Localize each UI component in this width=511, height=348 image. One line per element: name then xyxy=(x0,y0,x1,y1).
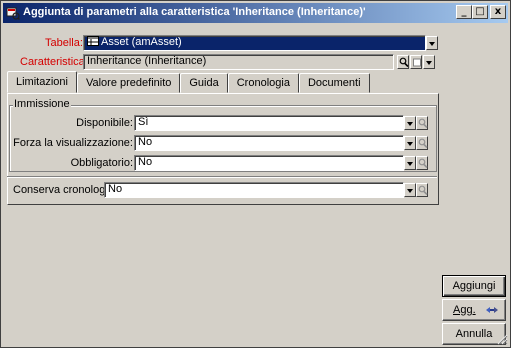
disponibile-zoom-button[interactable] xyxy=(416,116,428,130)
disponibile-value: Sì xyxy=(138,116,149,128)
tab-limitazioni[interactable]: Limitazioni xyxy=(7,71,77,93)
forza-visualizzazione-dropdown-button[interactable] xyxy=(404,136,416,150)
agg-button[interactable]: Agg. xyxy=(442,299,506,321)
caratteristica-label: Caratteristica: xyxy=(20,56,88,68)
caratteristica-detail-button[interactable] xyxy=(410,55,422,69)
disponibile-dropdown-button[interactable] xyxy=(404,116,416,130)
forza-visualizzazione-zoom-button[interactable] xyxy=(416,136,428,150)
conserva-cronologia-zoom-button[interactable] xyxy=(416,183,428,197)
title-bar[interactable]: Aggiunta di parametri alla caratteristic… xyxy=(3,3,508,23)
tab-cronologia[interactable]: Cronologia xyxy=(227,73,299,93)
magnifier-icon xyxy=(418,118,428,129)
disponibile-label: Disponibile: xyxy=(76,117,133,129)
tab-strip: Limitazioni Valore predefinito Guida Cro… xyxy=(7,71,370,93)
resize-grip-icon[interactable] xyxy=(496,333,508,345)
minimize-button[interactable]: _ xyxy=(456,5,472,19)
obbligatorio-zoom-button[interactable] xyxy=(416,156,428,170)
obbligatorio-dropdown-button[interactable] xyxy=(404,156,416,170)
close-button[interactable]: x xyxy=(490,5,506,19)
disponibile-select[interactable]: Sì xyxy=(134,115,404,131)
conserva-cronologia-dropdown-button[interactable] xyxy=(404,183,416,197)
magnifier-icon xyxy=(418,158,428,169)
conserva-cronologia-label: Conserva cronologia: xyxy=(13,184,117,196)
tabella-value: Asset (amAsset) xyxy=(101,36,182,48)
detail-icon xyxy=(413,58,421,67)
tabella-field[interactable]: Asset (amAsset) xyxy=(83,35,426,51)
tabella-label: Tabella: xyxy=(45,37,83,49)
app-icon xyxy=(6,7,20,20)
window-title: Aggiunta di parametri alla caratteristic… xyxy=(23,6,366,18)
forza-visualizzazione-label: Forza la visualizzazione: xyxy=(13,137,133,149)
tabella-dropdown-button[interactable] xyxy=(426,36,438,50)
immissione-group-label: Immissione xyxy=(13,98,71,110)
conserva-cronologia-select[interactable]: No xyxy=(104,182,404,198)
tab-guida[interactable]: Guida xyxy=(180,73,228,93)
caratteristica-zoom-button[interactable] xyxy=(397,55,409,69)
caratteristica-dropdown-button[interactable] xyxy=(423,55,435,69)
dialog-window: Aggiunta di parametri alla caratteristic… xyxy=(0,0,511,348)
caratteristica-field: Inheritance (Inheritance) xyxy=(83,54,394,70)
obbligatorio-label: Obbligatorio: xyxy=(70,157,133,169)
tab-valore-predefinito[interactable]: Valore predefinito xyxy=(76,73,181,93)
magnifier-icon xyxy=(418,138,428,149)
agg-button-label: Agg. xyxy=(453,304,476,316)
caratteristica-value: Inheritance (Inheritance) xyxy=(87,55,207,67)
magnifier-icon xyxy=(399,57,409,68)
forza-visualizzazione-select[interactable]: No xyxy=(134,135,404,151)
refresh-arrows-icon xyxy=(486,307,498,313)
maximize-button[interactable]: □ xyxy=(472,5,488,19)
tab-documenti[interactable]: Documenti xyxy=(298,73,370,93)
section-separator xyxy=(7,176,437,178)
table-icon xyxy=(87,36,99,46)
conserva-cronologia-value: No xyxy=(108,183,123,195)
forza-visualizzazione-value: No xyxy=(138,136,153,148)
obbligatorio-select[interactable]: No xyxy=(134,155,404,171)
magnifier-icon xyxy=(418,185,428,196)
obbligatorio-value: No xyxy=(138,156,153,168)
aggiungi-button[interactable]: Aggiungi xyxy=(442,275,506,297)
